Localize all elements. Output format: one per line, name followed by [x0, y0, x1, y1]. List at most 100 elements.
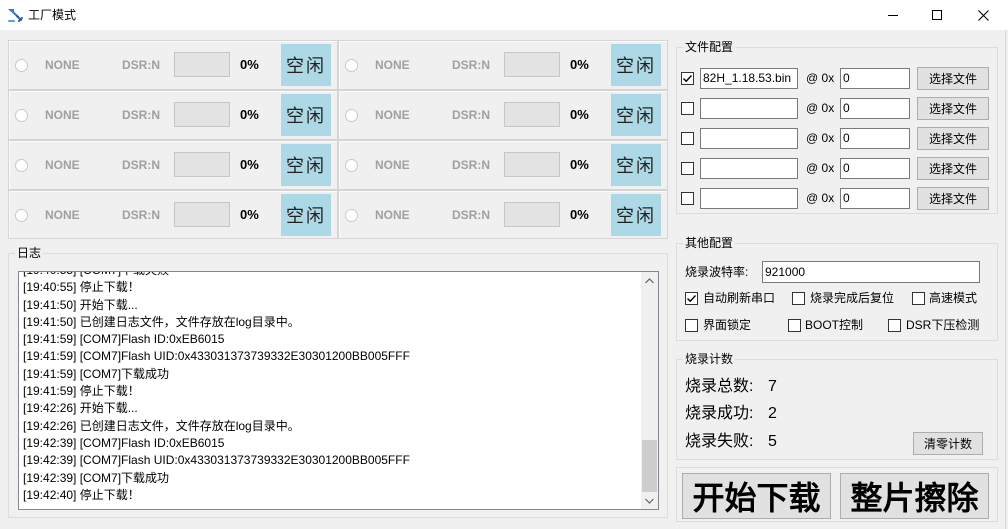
progress-percent: 0%: [240, 207, 259, 222]
progress-percent: 0%: [570, 107, 589, 122]
ui-lock-checkbox[interactable]: [685, 319, 698, 332]
boot-control-checkbox[interactable]: [788, 319, 801, 332]
log-line: [19:40:55] [COM7]下载失败: [23, 272, 635, 279]
close-button[interactable]: [960, 0, 1006, 30]
total-count-label: 烧录总数:: [685, 378, 754, 395]
dsr-status: DSR:N: [452, 158, 490, 172]
baud-rate-input[interactable]: 921000: [762, 261, 980, 283]
port-select-radio[interactable]: [15, 109, 28, 122]
start-download-button[interactable]: 开始下载: [682, 473, 831, 519]
select-file-button[interactable]: 选择文件: [917, 187, 989, 210]
file-path-field[interactable]: [700, 128, 798, 149]
port-select-radio[interactable]: [15, 209, 28, 222]
port-status: 空闲: [281, 194, 331, 236]
port-select-radio[interactable]: [345, 109, 358, 122]
boot-control-label[interactable]: BOOT控制: [805, 317, 863, 333]
app-icon: [6, 6, 24, 24]
select-file-button[interactable]: 选择文件: [917, 157, 989, 180]
scroll-down-button[interactable]: [641, 492, 658, 509]
select-file-button[interactable]: 选择文件: [917, 67, 989, 90]
file-enable-checkbox[interactable]: [681, 72, 694, 85]
dsr-status: DSR:N: [122, 208, 160, 222]
log-line: [19:41:59] [COM7]下载成功: [23, 366, 170, 381]
progress-percent: 0%: [240, 157, 259, 172]
dsr-status: DSR:N: [122, 108, 160, 122]
address-prefix-label: @ 0x: [806, 131, 835, 145]
log-line: [19:41:50] 开始下载...: [23, 297, 138, 312]
total-count-value: 7: [768, 378, 777, 395]
dsr-press-detect-label[interactable]: DSR下压检测: [906, 317, 979, 333]
scroll-thumb[interactable]: [642, 440, 657, 492]
port-name: NONE: [375, 108, 410, 122]
file-path-field[interactable]: [700, 158, 798, 179]
reset-after-burn-label[interactable]: 烧录完成后复位: [810, 290, 894, 306]
port-select-radio[interactable]: [15, 159, 28, 172]
baud-rate-label: 烧录波特率:: [685, 265, 749, 279]
file-path-field[interactable]: [700, 98, 798, 119]
progress-bar: [174, 152, 230, 177]
high-speed-mode-label[interactable]: 高速模式: [929, 290, 977, 306]
select-file-button[interactable]: 选择文件: [917, 127, 989, 150]
reset-count-button[interactable]: 清零计数: [913, 432, 983, 455]
log-scrollbar[interactable]: [641, 272, 658, 509]
title-bar: 工厂模式: [0, 0, 1008, 30]
port-status: 空闲: [281, 144, 331, 186]
port-name: NONE: [45, 58, 80, 72]
log-textarea[interactable]: [19:40:55] [COM7]下载失败 [19:40:55] 停止下载！ […: [18, 271, 659, 510]
file-path-field[interactable]: 82H_1.18.53.bin: [700, 68, 798, 89]
port-name: NONE: [45, 208, 80, 222]
log-line: [19:42:39] [COM7]Flash UID:0x43303137373…: [23, 453, 410, 468]
progress-bar: [504, 202, 560, 227]
port-name: NONE: [375, 208, 410, 222]
burn-count-label: 烧录计数: [683, 352, 736, 366]
close-icon: [977, 9, 989, 21]
port-name: NONE: [45, 158, 80, 172]
arrow-down-icon: [645, 498, 654, 504]
progress-percent: 0%: [570, 57, 589, 72]
port-name: NONE: [375, 158, 410, 172]
port-slot: NONE DSR:N 0% 空闲: [8, 90, 338, 140]
progress-bar: [174, 102, 230, 127]
address-field[interactable]: 0: [840, 98, 910, 119]
port-select-radio[interactable]: [345, 159, 358, 172]
file-enable-checkbox[interactable]: [681, 132, 694, 145]
log-line: [19:42:26] 已创建日志文件，文件存放在log目录中。: [23, 418, 300, 433]
port-name: NONE: [375, 58, 410, 72]
file-enable-checkbox[interactable]: [681, 162, 694, 175]
file-path-field[interactable]: [700, 188, 798, 209]
progress-percent: 0%: [570, 157, 589, 172]
log-line: [19:41:59] [COM7]Flash UID:0x43303137373…: [23, 349, 410, 364]
fail-count-value: 5: [768, 433, 777, 450]
log-line: [19:42:39] [COM7]下载成功: [23, 470, 170, 485]
minimize-button[interactable]: [870, 0, 916, 30]
high-speed-mode-checkbox[interactable]: [912, 292, 925, 305]
log-line: [19:42:26] 开始下载...: [23, 401, 138, 416]
auto-refresh-port-checkbox[interactable]: [685, 292, 698, 305]
log-line: [19:41:59] [COM7]Flash ID:0xEB6015: [23, 332, 225, 347]
ui-lock-label[interactable]: 界面锁定: [703, 317, 751, 333]
full-erase-button[interactable]: 整片擦除: [840, 473, 989, 519]
address-field[interactable]: 0: [840, 68, 910, 89]
reset-after-burn-checkbox[interactable]: [792, 292, 805, 305]
dsr-press-detect-checkbox[interactable]: [888, 319, 901, 332]
port-select-radio[interactable]: [15, 59, 28, 72]
file-enable-checkbox[interactable]: [681, 192, 694, 205]
progress-percent: 0%: [240, 107, 259, 122]
port-select-radio[interactable]: [345, 59, 358, 72]
port-status: 空闲: [611, 194, 661, 236]
fail-count-label: 烧录失败:: [685, 433, 754, 450]
success-count-value: 2: [768, 405, 777, 422]
address-field[interactable]: 0: [840, 158, 910, 179]
log-line: [19:41:59] 停止下载！: [23, 384, 140, 399]
scroll-up-button[interactable]: [641, 272, 658, 289]
log-lines: [19:40:55] [COM7]下载失败 [19:40:55] 停止下载！ […: [23, 272, 635, 504]
file-enable-checkbox[interactable]: [681, 102, 694, 115]
port-select-radio[interactable]: [345, 209, 358, 222]
maximize-button[interactable]: [914, 0, 960, 30]
dsr-status: DSR:N: [452, 108, 490, 122]
auto-refresh-port-label[interactable]: 自动刷新串口: [703, 290, 775, 306]
select-file-button[interactable]: 选择文件: [917, 97, 989, 120]
address-field[interactable]: 0: [840, 188, 910, 209]
address-field[interactable]: 0: [840, 128, 910, 149]
window-title: 工厂模式: [28, 8, 77, 22]
